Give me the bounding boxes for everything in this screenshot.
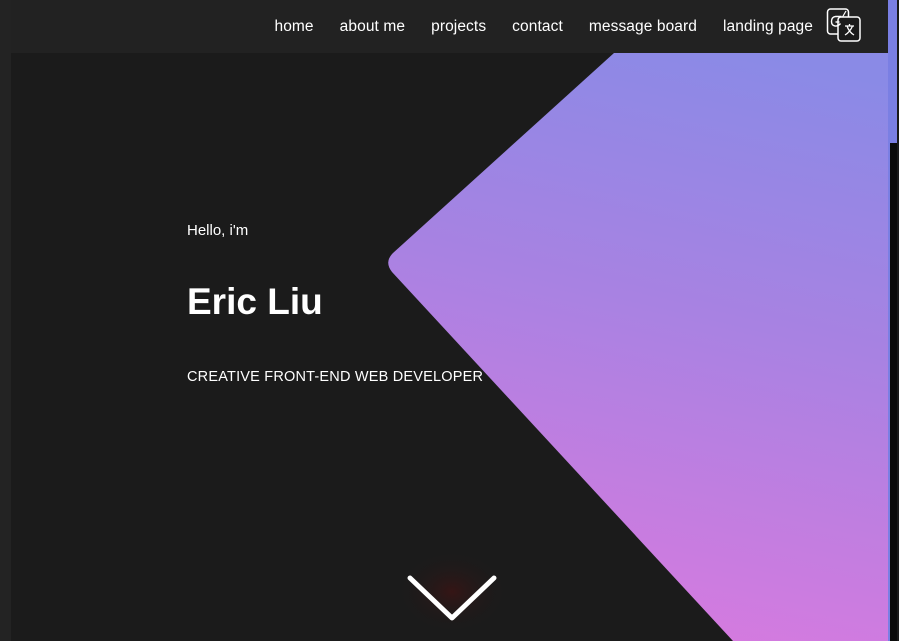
scrollbar-rail [890, 143, 897, 641]
portfolio-page: home about me projects contact message b… [0, 0, 899, 641]
nav-links: home about me projects contact message b… [274, 0, 813, 53]
nav-landing-page[interactable]: landing page [723, 18, 813, 36]
hero-greeting: Hello, i'm [187, 222, 249, 239]
google-translate-icon [826, 8, 861, 42]
scroll-down-button[interactable] [396, 554, 508, 641]
top-navbar: home about me projects contact message b… [11, 0, 888, 53]
hero-name: Eric Liu [187, 281, 323, 322]
hero-gradient-shape [388, 53, 888, 641]
scrollbar-thumb[interactable] [888, 0, 897, 143]
nav-about-me[interactable]: about me [340, 18, 405, 36]
nav-home[interactable]: home [274, 18, 313, 36]
page-scrollbar[interactable] [888, 0, 899, 641]
left-gutter [0, 0, 11, 641]
nav-contact[interactable]: contact [512, 18, 563, 36]
nav-projects[interactable]: projects [431, 18, 486, 36]
hero-subtitle: CREATIVE FRONT-END WEB DEVELOPER [187, 369, 484, 385]
nav-message-board[interactable]: message board [589, 18, 697, 36]
translate-button[interactable] [826, 7, 862, 43]
chevron-down-icon [396, 554, 508, 638]
